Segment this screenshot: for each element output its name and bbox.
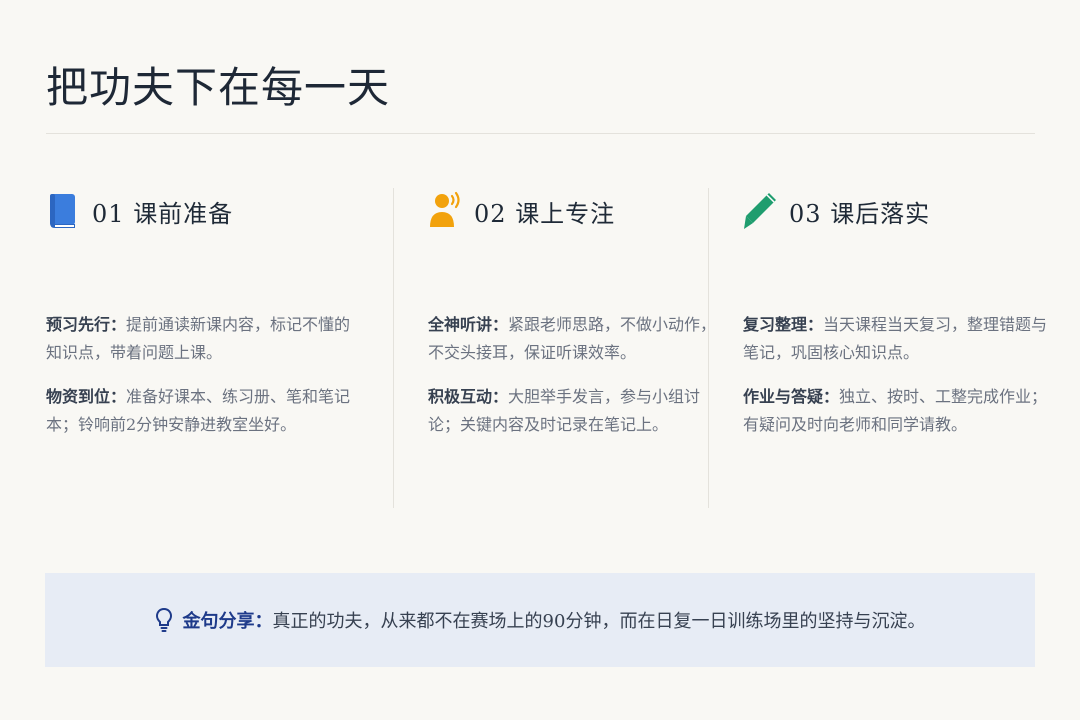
list-item: 物资到位：准备好课本、练习册、笔和笔记本；铃响前2分钟安静进教室坐好。 bbox=[46, 383, 351, 439]
column-header: 03 课后落实 bbox=[743, 188, 930, 234]
book-icon bbox=[46, 191, 82, 231]
item-label: 复习整理： bbox=[743, 315, 824, 334]
list-item: 作业与答疑：独立、按时、工整完成作业；有疑问及时向老师和同学请教。 bbox=[743, 383, 1048, 439]
column-number: 01 bbox=[92, 199, 125, 228]
item-label: 积极互动： bbox=[428, 387, 509, 406]
title-divider bbox=[46, 133, 1035, 134]
column-divider bbox=[393, 188, 394, 508]
column-title: 课前准备 bbox=[133, 199, 234, 228]
column-header: 01 课前准备 bbox=[46, 188, 233, 234]
column-after-class: 03 课后落实 复习整理：当天课程当天复习，整理错题与笔记，巩固核心知识点。 作… bbox=[743, 188, 1048, 508]
column-header: 02 课上专注 bbox=[428, 188, 615, 234]
quote-label: 金句分享： bbox=[182, 611, 273, 632]
pencil-icon bbox=[743, 191, 779, 231]
quote-box: 金句分享： 真正的功夫，从来都不在赛场上的90分钟，而在日复一日训练场里的坚持与… bbox=[45, 573, 1035, 667]
list-item: 积极互动：大胆举手发言，参与小组讨论；关键内容及时记录在笔记上。 bbox=[428, 383, 732, 439]
quote-text: 真正的功夫，从来都不在赛场上的90分钟，而在日复一日训练场里的坚持与沉淀。 bbox=[272, 611, 926, 632]
item-label: 预习先行： bbox=[46, 315, 127, 334]
list-item: 复习整理：当天课程当天复习，整理错题与笔记，巩固核心知识点。 bbox=[743, 311, 1048, 367]
lightbulb-icon bbox=[155, 607, 175, 633]
speaking-person-icon bbox=[428, 191, 464, 231]
item-label: 物资到位： bbox=[46, 387, 127, 406]
column-in-class: 02 课上专注 全神听讲：紧跟老师思路，不做小动作，不交头接耳，保证听课效率。 … bbox=[428, 188, 732, 508]
item-label: 全神听讲： bbox=[428, 315, 509, 334]
column-title: 课上专注 bbox=[515, 199, 616, 228]
list-item: 预习先行：提前通读新课内容，标记不懂的知识点，带着问题上课。 bbox=[46, 311, 351, 367]
page-title: 把功夫下在每一天 bbox=[46, 63, 391, 112]
column-title: 课后落实 bbox=[830, 199, 931, 228]
column-number: 02 bbox=[474, 199, 507, 228]
column-pre-class: 01 课前准备 预习先行：提前通读新课内容，标记不懂的知识点，带着问题上课。 物… bbox=[46, 188, 351, 508]
column-number: 03 bbox=[789, 199, 822, 228]
item-label: 作业与答疑： bbox=[743, 387, 840, 406]
list-item: 全神听讲：紧跟老师思路，不做小动作，不交头接耳，保证听课效率。 bbox=[428, 311, 732, 367]
